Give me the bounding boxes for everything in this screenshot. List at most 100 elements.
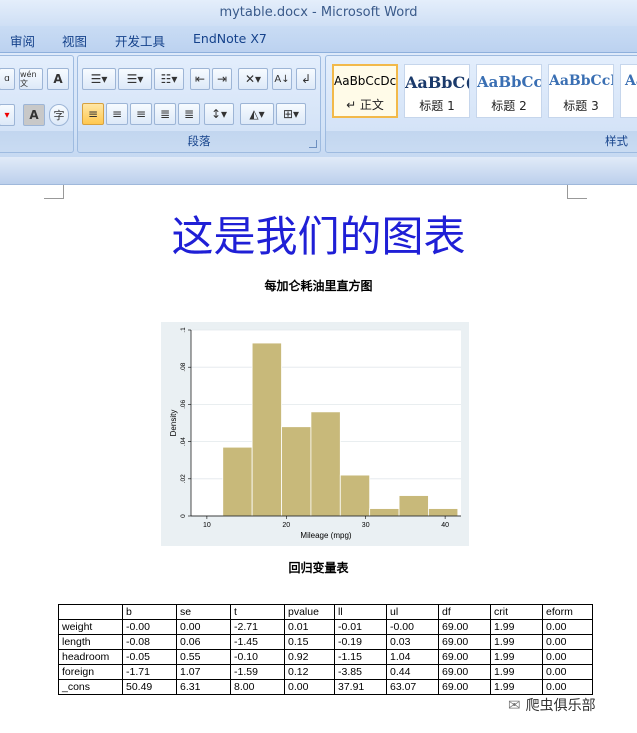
histogram-chart[interactable]: 0 .02 .04 .06 .08 .1 10 20 30 40 Mileage (mpg) De… xyxy=(161,322,469,546)
table-cell: headroom xyxy=(58,649,123,665)
style-heading-3[interactable]: AaBbCcI 标题 3 xyxy=(548,64,614,118)
table-cell: 0.55 xyxy=(176,649,231,665)
y-axis-title: Density xyxy=(169,410,178,437)
shading-button[interactable]: ◭▾ xyxy=(240,103,274,125)
multilevel-list-button[interactable]: ☷▾ xyxy=(154,68,184,90)
wen-icon: wén 文 xyxy=(20,70,37,88)
table-cell: 0.00 xyxy=(542,619,593,635)
line-spacing-button[interactable]: ↕▾ xyxy=(204,103,234,125)
y-tick-label: .08 xyxy=(180,362,187,371)
style-normal-name: ↵ 正文 xyxy=(346,98,384,112)
table-header-cell: b xyxy=(122,604,177,620)
table-cell: foreign xyxy=(58,664,123,680)
table-cell: 1.99 xyxy=(490,619,543,635)
table-cell: -0.08 xyxy=(122,634,177,650)
x-tick-label: 10 xyxy=(203,522,211,529)
styles-group-label: 样式 xyxy=(605,134,628,148)
style-heading-2[interactable]: AaBbCc 标题 2 xyxy=(476,64,542,118)
show-marks-button[interactable]: ↲ xyxy=(296,68,316,90)
font-color-button[interactable]: ▾ xyxy=(0,104,15,126)
table-cell: 69.00 xyxy=(438,634,491,650)
histogram-bar xyxy=(339,474,371,517)
tab-view[interactable]: 视图 xyxy=(62,31,87,50)
char-shading-icon: A xyxy=(29,108,39,122)
font-group: ɑ wén 文 A ▾ A 字 xyxy=(0,55,74,153)
table-cell: -0.05 xyxy=(122,649,177,665)
style-more[interactable]: Aa xyxy=(620,64,637,118)
x-tick-label: 40 xyxy=(441,522,449,529)
table-row: foreign -1.71 1.07 -1.59 0.12 -3.85 0.44 69.00 1… xyxy=(58,664,593,680)
char-shading-button[interactable]: A xyxy=(23,104,45,126)
justify-button[interactable]: ≣ xyxy=(154,103,176,125)
ribbon: ɑ wén 文 A ▾ A 字 ☰▾ ☰▾ ☷▾ ⇤ ⇥ ✕▾ A↓ ↲ ≡ ≡… xyxy=(0,53,637,157)
table-cell: 8.00 xyxy=(230,679,285,695)
table-cell: -0.00 xyxy=(386,619,439,635)
y-tick-label: .1 xyxy=(180,327,187,333)
tab-endnote[interactable]: EndNote X7 xyxy=(193,31,267,46)
align-right-button[interactable]: ≡ xyxy=(130,103,152,125)
font-color-icon: ▾ xyxy=(4,109,10,121)
table-cell: -0.19 xyxy=(334,634,387,650)
table-cell: 1.04 xyxy=(386,649,439,665)
bullets-button[interactable]: ☰▾ xyxy=(82,68,116,90)
style-normal-sample: AaBbCcDc xyxy=(334,74,396,88)
numbering-button[interactable]: ☰▾ xyxy=(118,68,152,90)
document-title: 这是我们的图表 xyxy=(171,212,466,261)
align-center-icon: ≡ xyxy=(111,107,123,121)
multilevel-list-icon: ☷▾ xyxy=(160,72,178,86)
paragraph-group-label: 段落 xyxy=(187,134,211,148)
increase-indent-button[interactable]: ⇥ xyxy=(212,68,232,90)
style-heading-2-name: 标题 2 xyxy=(491,99,527,113)
distributed-button[interactable]: ≣ xyxy=(178,103,200,125)
x-axis-title: Mileage (mpg) xyxy=(300,531,351,540)
style-normal[interactable]: AaBbCcDc ↵ 正文 xyxy=(332,64,398,118)
table-header-cell: t xyxy=(230,604,285,620)
table-cell: 0.06 xyxy=(176,634,231,650)
borders-button[interactable]: ⊞▾ xyxy=(276,103,306,125)
align-left-button[interactable]: ≡ xyxy=(82,103,104,125)
line-spacing-icon: ↕▾ xyxy=(210,107,228,121)
chinese-layout-button[interactable]: ✕▾ xyxy=(238,68,268,90)
style-heading-1-sample: AaBbC( xyxy=(405,73,469,92)
table-cell: -0.00 xyxy=(122,619,177,635)
table-cell: 1.99 xyxy=(490,634,543,650)
window-title: mytable.docx - Microsoft Word xyxy=(219,5,418,20)
table-cell: 0.00 xyxy=(284,679,335,695)
char-border-button[interactable]: A xyxy=(47,68,69,90)
watermark-text: 爬虫俱乐部 xyxy=(525,698,596,714)
align-center-button[interactable]: ≡ xyxy=(106,103,128,125)
tab-developer[interactable]: 开发工具 xyxy=(115,31,165,50)
style-more-sample: Aa xyxy=(625,73,637,89)
table-header-cell: eform xyxy=(542,604,593,620)
table-cell: 0.12 xyxy=(284,664,335,680)
figure-caption: 每加仑耗油里直方图 xyxy=(264,279,373,293)
decrease-indent-icon: ⇤ xyxy=(194,72,206,86)
table-header-cell: ul xyxy=(386,604,439,620)
table-header-cell: df xyxy=(438,604,491,620)
decrease-indent-button[interactable]: ⇤ xyxy=(190,68,210,90)
margin-corner-right xyxy=(567,185,587,199)
table-cell: -1.59 xyxy=(230,664,285,680)
paragraph-dialog-launcher[interactable] xyxy=(309,140,317,148)
wen-button[interactable]: wén 文 xyxy=(19,68,43,90)
style-heading-1[interactable]: AaBbC( 标题 1 xyxy=(404,64,470,118)
sort-button[interactable]: A↓ xyxy=(272,68,292,90)
table-header-cell: pvalue xyxy=(284,604,335,620)
y-tick-label: .06 xyxy=(180,400,187,409)
table-cell: _cons xyxy=(58,679,123,695)
enclose-char-button[interactable]: 字 xyxy=(49,104,69,126)
table-cell: 0.00 xyxy=(542,664,593,680)
table-cell: 1.99 xyxy=(490,679,543,695)
paint-bucket-icon: ◭▾ xyxy=(249,107,265,121)
table-cell: 0.00 xyxy=(542,634,593,650)
paragraph-mark-icon: ↲ xyxy=(300,72,312,86)
style-heading-1-name: 标题 1 xyxy=(419,99,455,113)
phonetic-guide-button[interactable]: ɑ xyxy=(0,68,15,90)
tab-review[interactable]: 审阅 xyxy=(10,31,35,50)
histogram-bar xyxy=(428,508,459,517)
table-row: headroom -0.05 0.55 -0.10 0.92 -1.15 1.04 69.00… xyxy=(58,649,593,665)
ribbon-bottom-bar xyxy=(0,157,637,185)
justify-icon: ≣ xyxy=(159,107,171,121)
style-heading-2-sample: AaBbCc xyxy=(477,73,541,91)
document-page[interactable]: 这是我们的图表 每加仑耗油里直方图 0 .02 .04 .06 .08 .1 10 20 30 4… xyxy=(0,185,637,733)
